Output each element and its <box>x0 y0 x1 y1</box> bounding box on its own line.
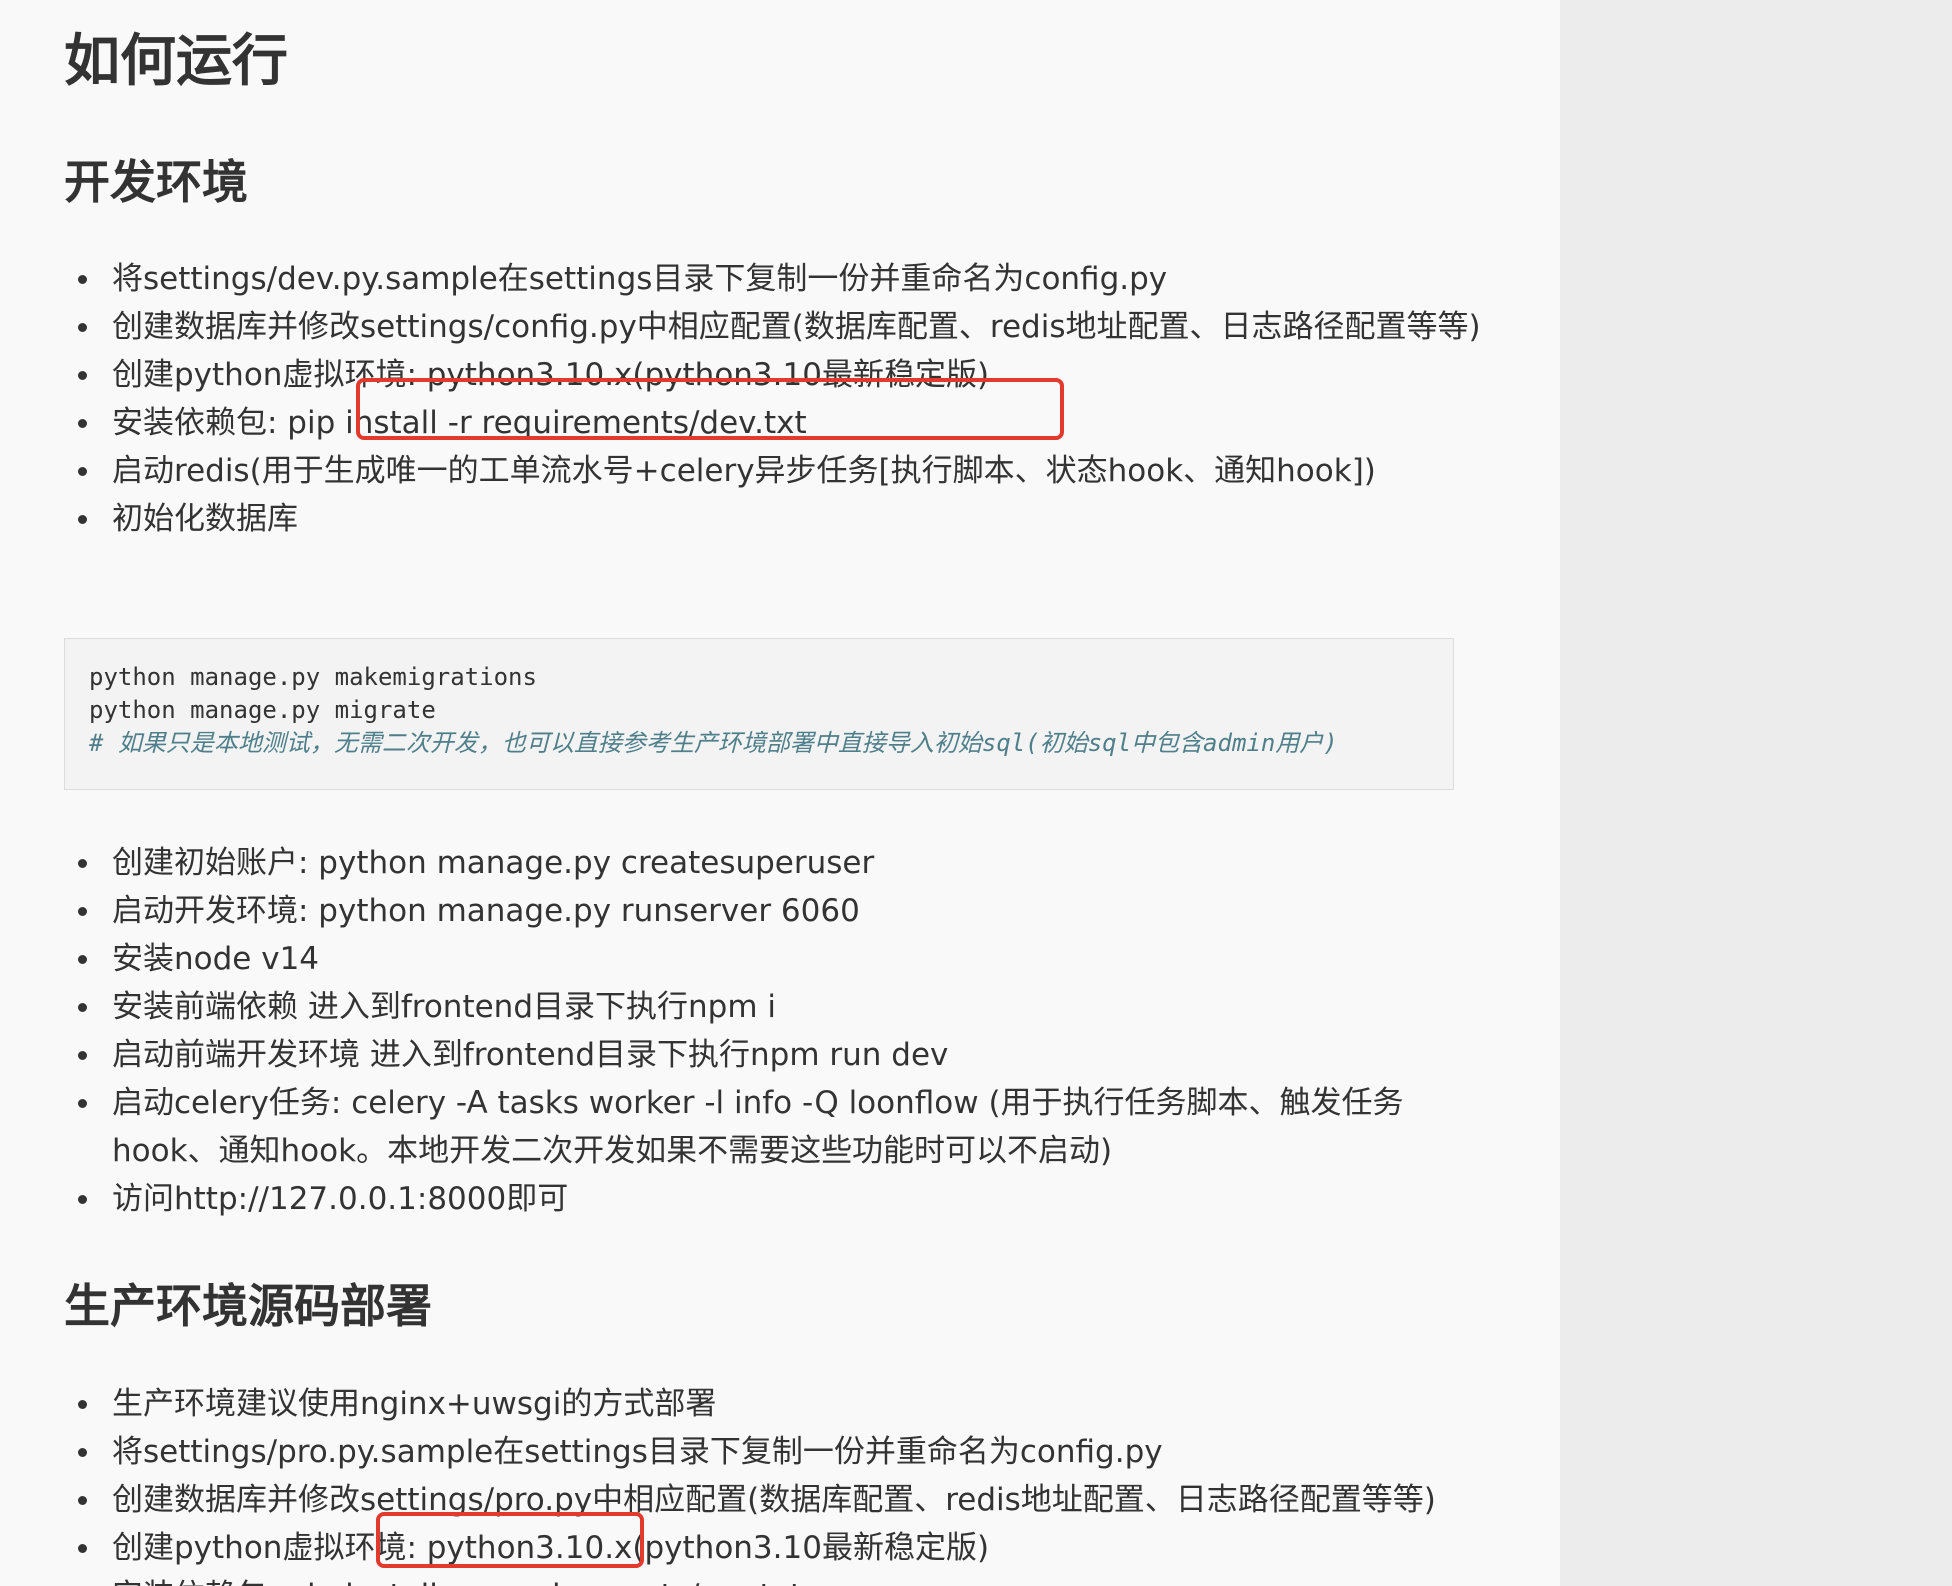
dev-steps-list-b: 创建初始账户: python manage.py createsuperuser… <box>64 839 1492 1223</box>
prod-section-heading: 生产环境源码部署 <box>64 1279 432 1333</box>
code-comment: # 如果只是本地测试，无需二次开发，也可以直接参考生产环境部署中直接导入初始sq… <box>89 729 1338 757</box>
prod-steps-list: 生产环境建议使用nginx+uwsgi的方式部署 将settings/pro.p… <box>64 1380 1492 1586</box>
list-item: 将settings/pro.py.sample在settings目录下复制一份并… <box>78 1428 1492 1476</box>
list-item: 创建python虚拟环境: python3.10.x(python3.10最新稳… <box>78 1524 1492 1572</box>
page-title: 如何运行 <box>64 29 288 94</box>
code-line: python manage.py migrate <box>89 696 436 724</box>
dev-section-heading: 开发环境 <box>64 155 248 209</box>
list-item: 初始化数据库 <box>78 495 1492 543</box>
list-item: 访问http://127.0.0.1:8000即可 <box>78 1175 1492 1223</box>
list-item: 启动celery任务: celery -A tasks worker -l in… <box>78 1079 1492 1175</box>
list-item: 创建初始账户: python manage.py createsuperuser <box>78 839 1492 887</box>
code-line: python manage.py makemigrations <box>89 663 537 691</box>
document-content: 如何运行 开发环境 将settings/dev.py.sample在settin… <box>0 0 1560 1586</box>
list-item: 安装依赖包: pip install -r requirements/pro.t… <box>112 1572 1492 1586</box>
code-block: python manage.py makemigrations python m… <box>64 638 1454 790</box>
right-gray-panel <box>1560 0 1952 1586</box>
list-item: 创建数据库并修改settings/pro.py中相应配置(数据库配置、redis… <box>78 1476 1492 1524</box>
page: 如何运行 开发环境 将settings/dev.py.sample在settin… <box>0 0 1952 1586</box>
list-item: 安装node v14 <box>78 935 1492 983</box>
list-item: 创建数据库并修改settings/config.py中相应配置(数据库配置、re… <box>78 303 1492 351</box>
list-item: 将settings/dev.py.sample在settings目录下复制一份并… <box>78 255 1492 303</box>
list-item: 启动前端开发环境 进入到frontend目录下执行npm run dev <box>78 1031 1492 1079</box>
annotation-highlight-box <box>376 1512 644 1568</box>
list-item: 生产环境建议使用nginx+uwsgi的方式部署 <box>78 1380 1492 1428</box>
list-item: 启动开发环境: python manage.py runserver 6060 <box>78 887 1492 935</box>
list-item: 启动redis(用于生成唯一的工单流水号+celery异步任务[执行脚本、状态h… <box>78 447 1492 495</box>
list-item: 安装前端依赖 进入到frontend目录下执行npm i <box>78 983 1492 1031</box>
annotation-highlight-box <box>356 378 1064 440</box>
